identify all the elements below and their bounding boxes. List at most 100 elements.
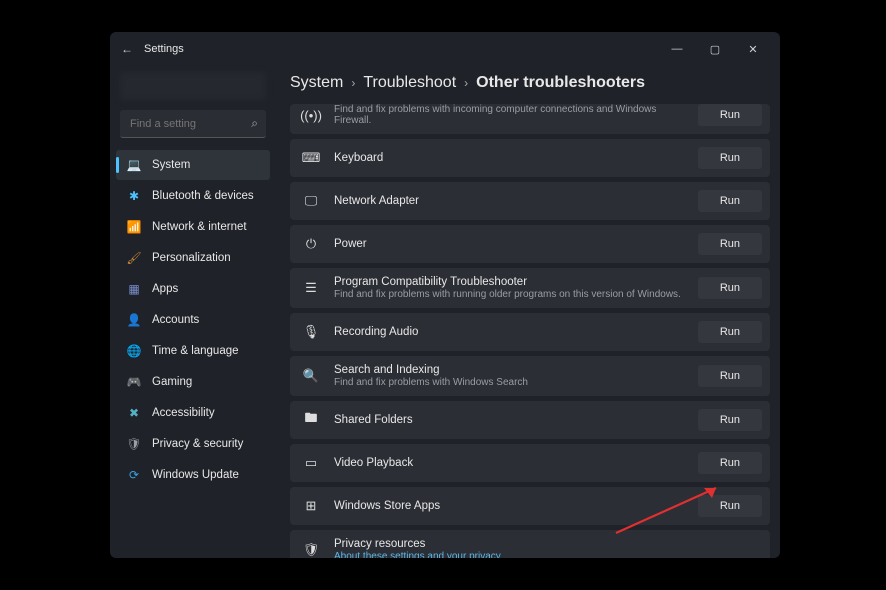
sidebar-item-label: Network & internet bbox=[152, 221, 247, 233]
row-text: Program Compatibility TroubleshooterFind… bbox=[334, 276, 690, 300]
minimize-button[interactable]: — bbox=[658, 35, 696, 63]
chevron-right-icon: › bbox=[464, 76, 468, 90]
run-button[interactable]: Run bbox=[698, 321, 762, 343]
sidebar-item-label: Bluetooth & devices bbox=[152, 190, 254, 202]
sidebar-item-label: Accounts bbox=[152, 314, 199, 326]
row-icon: ▭ bbox=[300, 455, 322, 471]
row-desc: Find and fix problems with incoming comp… bbox=[334, 104, 690, 126]
sidebar-item-network-internet[interactable]: 📶 Network & internet bbox=[116, 212, 270, 242]
row-icon: ⌨ bbox=[300, 150, 322, 166]
row-icon: ⊞ bbox=[300, 498, 322, 514]
maximize-button[interactable]: ▢ bbox=[696, 35, 734, 63]
sidebar-item-label: Apps bbox=[152, 283, 178, 295]
troubleshooter-row: 🔍 Search and IndexingFind and fix problem… bbox=[290, 356, 770, 396]
sidebar-item-privacy-security[interactable]: 🛡 Privacy & security bbox=[116, 429, 270, 459]
sidebar-item-accessibility[interactable]: ✖Accessibility bbox=[116, 398, 270, 428]
nav-icon: 🎮 bbox=[126, 374, 142, 390]
troubleshooter-row: ((•))Incoming ConnectionsFind and fix pr… bbox=[290, 104, 770, 134]
run-button[interactable]: Run bbox=[698, 104, 762, 126]
row-icon: ☰ bbox=[300, 280, 322, 296]
troubleshooter-row: ⏻ Power Run bbox=[290, 225, 770, 263]
row-text: Power bbox=[334, 238, 690, 250]
troubleshooter-list: ((•))Incoming ConnectionsFind and fix pr… bbox=[290, 104, 770, 558]
crumb-system[interactable]: System bbox=[290, 74, 343, 92]
run-button[interactable]: Run bbox=[698, 495, 762, 517]
row-title: Windows Store Apps bbox=[334, 500, 690, 512]
troubleshooter-row: 🎙Recording AudioRun bbox=[290, 313, 770, 351]
titlebar: ← Settings — ▢ ✕ bbox=[110, 32, 780, 66]
sidebar-item-personalization[interactable]: 🖌 Personalization bbox=[116, 243, 270, 273]
row-icon: ((•)) bbox=[300, 108, 322, 123]
run-button[interactable]: Run bbox=[698, 365, 762, 387]
nav-icon: ✱ bbox=[126, 188, 142, 204]
shield-icon: 🛡 bbox=[300, 542, 322, 558]
sidebar-item-system[interactable]: 💻 System bbox=[116, 150, 270, 180]
nav-icon: ▦ bbox=[126, 281, 142, 297]
search-input[interactable] bbox=[120, 110, 266, 138]
troubleshooter-row: ☰ Program Compatibility TroubleshooterFin… bbox=[290, 268, 770, 308]
row-text: Windows Store Apps bbox=[334, 500, 690, 512]
row-text: Search and IndexingFind and fix problems… bbox=[334, 364, 690, 388]
row-title: Program Compatibility Troubleshooter bbox=[334, 276, 690, 288]
window-controls: — ▢ ✕ bbox=[658, 35, 772, 63]
troubleshooter-row: 🖿 Shared Folders Run bbox=[290, 401, 770, 439]
troubleshooter-row: ⊞ Windows Store Apps Run bbox=[290, 487, 770, 525]
row-title: Search and Indexing bbox=[334, 364, 690, 376]
nav: 💻 System ✱ Bluetooth & devices 📶 Network & in… bbox=[116, 150, 270, 490]
row-icon: ⏻ bbox=[300, 236, 322, 252]
troubleshooter-row: 🖵 Network Adapter Run bbox=[290, 182, 770, 220]
settings-window: ← Settings — ▢ ✕ ⌕ 💻 System ✱ Bluetooth & d… bbox=[110, 32, 780, 558]
nav-icon: 🌐 bbox=[126, 343, 142, 359]
row-desc: Find and fix problems with running older… bbox=[334, 289, 690, 300]
row-icon: 🖵 bbox=[300, 193, 322, 209]
sidebar: ⌕ 💻 System ✱ Bluetooth & devices 📶 Network & … bbox=[110, 66, 276, 558]
sidebar-item-label: Accessibility bbox=[152, 407, 215, 419]
privacy-link[interactable]: About these settings and your privacy bbox=[334, 551, 762, 558]
sidebar-item-label: System bbox=[152, 159, 190, 171]
privacy-resources-row: 🛡 Privacy resourcesAbout these settings a… bbox=[290, 530, 770, 558]
crumb-current: Other troubleshooters bbox=[476, 74, 645, 92]
row-text: Shared Folders bbox=[334, 414, 690, 426]
run-button[interactable]: Run bbox=[698, 190, 762, 212]
run-button[interactable]: Run bbox=[698, 277, 762, 299]
row-title: Network Adapter bbox=[334, 195, 690, 207]
row-icon: 🖿 bbox=[300, 409, 322, 431]
nav-icon: 📶 bbox=[126, 219, 142, 235]
troubleshooter-row: ▭Video PlaybackRun bbox=[290, 444, 770, 482]
sidebar-item-label: Personalization bbox=[152, 252, 231, 264]
search-icon: ⌕ bbox=[251, 116, 258, 131]
sidebar-item-accounts[interactable]: 👤 Accounts bbox=[116, 305, 270, 335]
nav-icon: 🖌 bbox=[126, 250, 142, 266]
row-title: Keyboard bbox=[334, 152, 690, 164]
troubleshooter-row: ⌨ Keyboard Run bbox=[290, 139, 770, 177]
search-box: ⌕ bbox=[120, 110, 266, 138]
sidebar-item-gaming[interactable]: 🎮Gaming bbox=[116, 367, 270, 397]
run-button[interactable]: Run bbox=[698, 147, 762, 169]
sidebar-item-bluetooth-devices[interactable]: ✱ Bluetooth & devices bbox=[116, 181, 270, 211]
sidebar-item-time-language[interactable]: 🌐 Time & language bbox=[116, 336, 270, 366]
breadcrumb: System › Troubleshoot › Other troublesho… bbox=[290, 70, 770, 104]
back-button[interactable]: ← bbox=[118, 40, 136, 58]
nav-icon: 🛡 bbox=[126, 436, 142, 452]
run-button[interactable]: Run bbox=[698, 233, 762, 255]
main: System › Troubleshoot › Other troublesho… bbox=[276, 66, 780, 558]
nav-icon: 👤 bbox=[126, 312, 142, 328]
sidebar-item-apps[interactable]: ▦ Apps bbox=[116, 274, 270, 304]
nav-icon: 💻 bbox=[126, 157, 142, 173]
row-text: Privacy resourcesAbout these settings an… bbox=[334, 538, 762, 558]
run-button[interactable]: Run bbox=[698, 409, 762, 431]
run-button[interactable]: Run bbox=[698, 452, 762, 474]
crumb-troubleshoot[interactable]: Troubleshoot bbox=[363, 74, 456, 92]
sidebar-item-label: Time & language bbox=[152, 345, 239, 357]
row-text: Network Adapter bbox=[334, 195, 690, 207]
close-button[interactable]: ✕ bbox=[734, 35, 772, 63]
sidebar-item-label: Windows Update bbox=[152, 469, 239, 481]
sidebar-item-label: Privacy & security bbox=[152, 438, 243, 450]
row-icon: 🔍 bbox=[300, 368, 322, 384]
row-title: Shared Folders bbox=[334, 414, 690, 426]
user-block[interactable] bbox=[120, 72, 266, 100]
chevron-right-icon: › bbox=[351, 76, 355, 90]
nav-icon: ⟳ bbox=[126, 467, 142, 483]
row-icon: 🎙 bbox=[300, 324, 322, 340]
sidebar-item-windows-update[interactable]: ⟳ Windows Update bbox=[116, 460, 270, 490]
